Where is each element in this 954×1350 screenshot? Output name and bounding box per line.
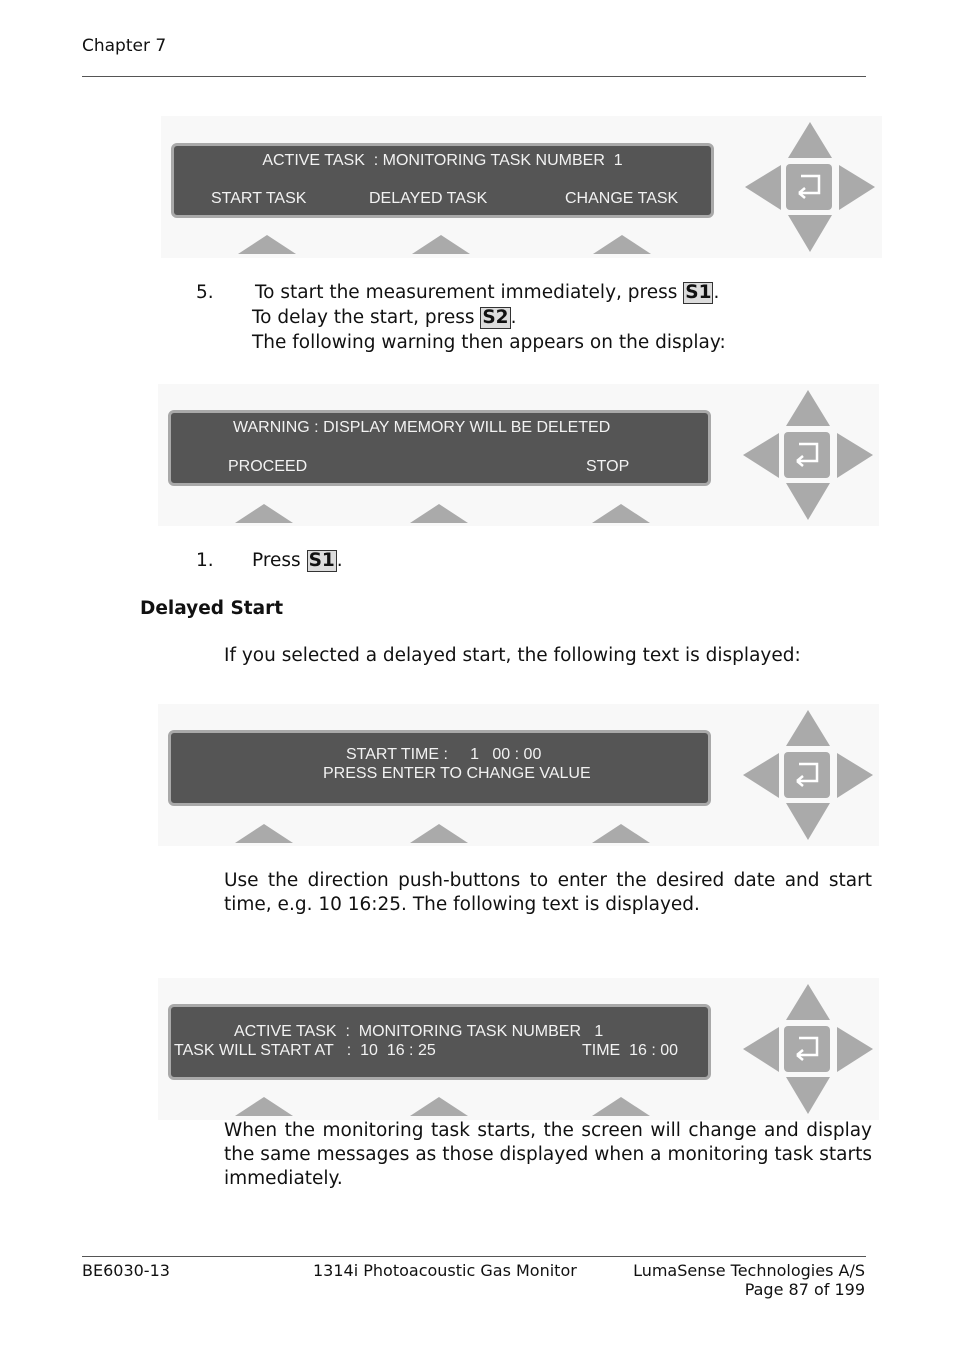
softkey-button-s3[interactable] <box>592 1097 650 1116</box>
lcd-display: START TIME : 1 00 : 00 PRESS ENTER TO CH… <box>168 730 711 806</box>
softkey-label-3: CHANGE TASK <box>565 190 679 207</box>
arrow-right-icon[interactable] <box>837 753 873 798</box>
arrow-left-icon[interactable] <box>743 1027 779 1072</box>
arrow-up-icon[interactable] <box>786 984 830 1020</box>
footer-page-number: Page 87 of 199 <box>744 1280 865 1299</box>
step-5-line-2: To delay the start, press S2. <box>252 307 517 329</box>
lcd-line-1: WARNING : DISPLAY MEMORY WILL BE DELETED <box>233 419 611 436</box>
direction-pad <box>741 708 881 848</box>
arrow-down-icon[interactable] <box>786 483 830 520</box>
arrow-up-icon[interactable] <box>786 710 830 746</box>
step-1-text: Press <box>252 550 307 571</box>
direction-pad <box>741 388 881 528</box>
lcd-line-1: START TIME : 1 00 : 00 <box>346 746 542 763</box>
lcd-display: ACTIVE TASK : MONITORING TASK NUMBER 1 S… <box>171 143 714 218</box>
softkey-button-s3[interactable] <box>592 824 650 843</box>
device-panel-3: START TIME : 1 00 : 00 PRESS ENTER TO CH… <box>158 704 879 846</box>
softkey-button-s1[interactable] <box>235 1097 293 1116</box>
arrow-left-icon[interactable] <box>745 165 781 210</box>
lcd-line-1: ACTIVE TASK : MONITORING TASK NUMBER 1 <box>234 1023 604 1040</box>
device-panel-1: ACTIVE TASK : MONITORING TASK NUMBER 1 S… <box>161 116 882 258</box>
key-s2: S2 <box>480 307 511 329</box>
arrow-up-icon[interactable] <box>786 390 830 426</box>
footer-product: 1314i Photoacoustic Gas Monitor <box>313 1261 577 1280</box>
direction-pad <box>743 120 883 260</box>
arrow-down-icon[interactable] <box>786 1077 830 1114</box>
chapter-header: Chapter 7 <box>82 36 167 56</box>
header-rule <box>82 76 866 77</box>
step-1-number: 1. <box>196 550 214 571</box>
arrow-down-icon[interactable] <box>786 803 830 840</box>
lcd-line-2-left: TASK WILL START AT : 10 16 : 25 <box>174 1042 436 1059</box>
softkey-button-s3[interactable] <box>593 235 651 254</box>
paragraph-1: If you selected a delayed start, the fol… <box>224 645 801 666</box>
step-5-line-1: To start the measurement immediately, pr… <box>255 282 720 304</box>
step-5-line-3: The following warning then appears on th… <box>252 332 726 353</box>
lcd-display: ACTIVE TASK : MONITORING TASK NUMBER 1 T… <box>168 1004 711 1080</box>
paragraph-2: Use the direction push-buttons to enter … <box>224 870 872 915</box>
softkey-button-s1[interactable] <box>238 235 296 254</box>
arrow-right-icon[interactable] <box>837 1027 873 1072</box>
arrow-up-icon[interactable] <box>788 122 832 158</box>
arrow-left-icon[interactable] <box>743 433 779 478</box>
step-1-line: Press S1. <box>252 550 343 572</box>
section-heading: Delayed Start <box>140 598 284 619</box>
arrow-left-icon[interactable] <box>743 753 779 798</box>
arrow-right-icon[interactable] <box>839 165 875 210</box>
step-5-number: 5. <box>196 282 214 303</box>
softkey-button-s3[interactable] <box>592 504 650 523</box>
enter-button[interactable] <box>784 432 830 478</box>
enter-button[interactable] <box>784 752 830 798</box>
device-panel-2: WARNING : DISPLAY MEMORY WILL BE DELETED… <box>158 384 879 526</box>
step-5-text-1: To start the measurement immediately, pr… <box>255 282 684 303</box>
direction-pad <box>741 982 881 1122</box>
key-s1: S1 <box>683 282 714 304</box>
softkey-label-1: PROCEED <box>228 458 308 475</box>
lcd-line-2-right: TIME 16 : 00 <box>582 1042 679 1059</box>
softkey-button-s1[interactable] <box>235 504 293 523</box>
lcd-display: WARNING : DISPLAY MEMORY WILL BE DELETED… <box>168 410 711 486</box>
softkey-button-s2[interactable] <box>410 1097 468 1116</box>
arrow-right-icon[interactable] <box>837 433 873 478</box>
step-5-text-2: To delay the start, press <box>252 307 481 328</box>
softkey-button-s2[interactable] <box>410 824 468 843</box>
lcd-line-1: ACTIVE TASK : MONITORING TASK NUMBER 1 <box>262 152 623 169</box>
softkey-label-2: DELAYED TASK <box>369 190 488 207</box>
softkey-button-s2[interactable] <box>410 504 468 523</box>
lcd-line-2: PRESS ENTER TO CHANGE VALUE <box>323 765 591 782</box>
enter-button[interactable] <box>784 1026 830 1072</box>
softkey-label-3: STOP <box>586 458 630 475</box>
softkey-label-1: START TASK <box>211 190 307 207</box>
footer-rule <box>82 1256 866 1257</box>
softkey-button-s1[interactable] <box>235 824 293 843</box>
enter-button[interactable] <box>786 164 832 210</box>
key-s1: S1 <box>306 550 337 572</box>
footer-doc-id: BE6030-13 <box>82 1261 170 1280</box>
arrow-down-icon[interactable] <box>788 215 832 252</box>
device-panel-4: ACTIVE TASK : MONITORING TASK NUMBER 1 T… <box>158 978 879 1120</box>
softkey-button-s2[interactable] <box>412 235 470 254</box>
paragraph-3: When the monitoring task starts, the scr… <box>224 1120 872 1189</box>
